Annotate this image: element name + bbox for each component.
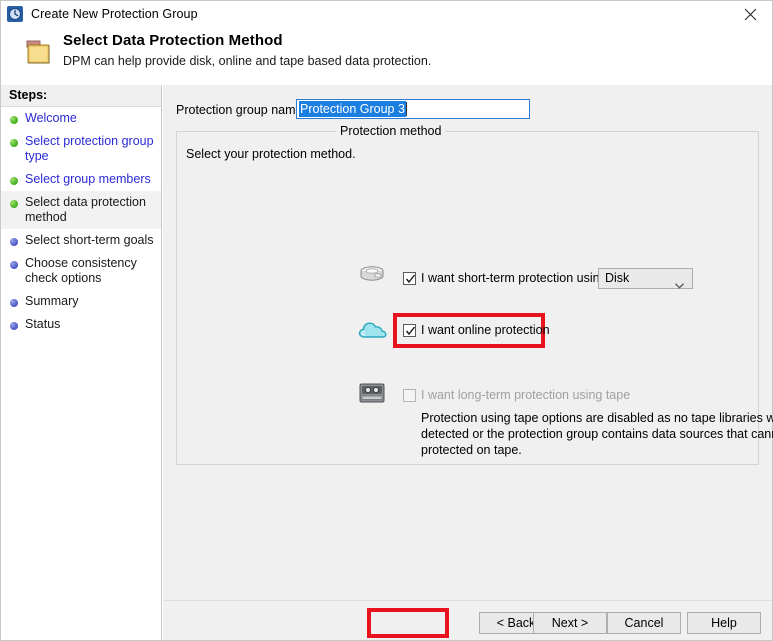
steps-header: Steps: xyxy=(1,85,161,107)
long-term-tape-note: Protection using tape options are disabl… xyxy=(421,411,773,457)
sidebar-item-label: Welcome xyxy=(25,111,77,125)
long-term-tape-checkbox xyxy=(403,389,416,402)
page-subtitle: DPM can help provide disk, online and ta… xyxy=(63,54,432,68)
online-protection-label: I want online protection xyxy=(421,323,550,337)
protection-group-name-input[interactable]: Protection Group 3 xyxy=(296,99,530,119)
sidebar-item-label: Select short-term goals xyxy=(25,233,154,247)
next-button[interactable]: Next > xyxy=(533,612,607,634)
sidebar-item-select-protection-group-type[interactable]: Select protection group type xyxy=(1,130,161,168)
step-bullet-icon xyxy=(10,238,18,246)
protection-group-name-value: Protection Group 3 xyxy=(299,101,406,117)
sidebar-item-select-data-protection-method[interactable]: Select data protection method xyxy=(1,191,161,229)
button-bar: < Back Next > Cancel Help xyxy=(163,600,772,640)
step-bullet-icon xyxy=(10,116,18,124)
window-title: Create New Protection Group xyxy=(31,7,198,21)
step-bullet-icon xyxy=(10,200,18,208)
tape-cartridge-icon xyxy=(359,382,385,404)
short-term-protection-checkbox[interactable] xyxy=(403,272,416,285)
sidebar-item-status: Status xyxy=(1,313,161,336)
disk-drive-icon xyxy=(357,263,387,287)
long-term-tape-label: I want long-term protection using tape xyxy=(421,388,631,402)
page-title: Select Data Protection Method xyxy=(63,32,283,49)
title-bar: Create New Protection Group xyxy=(1,1,772,27)
wizard-window: Create New Protection Group Select Data … xyxy=(0,0,773,641)
protection-method-legend: Protection method xyxy=(336,124,446,138)
folder-icon xyxy=(25,36,61,70)
sidebar-item-label: Select protection group type xyxy=(25,134,154,163)
cloud-icon xyxy=(357,318,389,342)
sidebar-item-label: Select group members xyxy=(25,172,151,186)
main-content: Protection group name: Protection Group … xyxy=(163,85,773,600)
chevron-down-icon xyxy=(675,276,684,294)
sidebar-item-welcome[interactable]: Welcome xyxy=(1,107,161,130)
sidebar-item-label: Select data protection method xyxy=(25,195,146,224)
help-button[interactable]: Help xyxy=(687,612,761,634)
short-term-media-dropdown[interactable]: Disk xyxy=(598,268,693,289)
next-button-highlight xyxy=(367,608,449,638)
steps-list: Welcome Select protection group type Sel… xyxy=(1,107,161,336)
sidebar-item-label: Status xyxy=(25,317,61,331)
clock-icon xyxy=(7,6,23,22)
step-bullet-icon xyxy=(10,139,18,147)
wizard-header: Select Data Protection Method DPM can he… xyxy=(1,27,772,111)
step-bullet-icon xyxy=(10,177,18,185)
text-caret xyxy=(405,102,407,116)
step-bullet-icon xyxy=(10,322,18,330)
sidebar-item-select-short-term-goals: Select short-term goals xyxy=(1,229,161,252)
cancel-button[interactable]: Cancel xyxy=(607,612,681,634)
step-bullet-icon xyxy=(10,299,18,307)
sidebar-item-summary: Summary xyxy=(1,290,161,313)
protection-method-instruction: Select your protection method. xyxy=(186,147,356,161)
sidebar-item-choose-consistency-check-options: Choose consistency check options xyxy=(1,252,161,290)
sidebar-item-label: Summary xyxy=(25,294,79,308)
short-term-media-value: Disk xyxy=(605,271,630,285)
step-bullet-icon xyxy=(10,261,18,269)
steps-sidebar: Steps: Welcome Select protection group t… xyxy=(1,85,162,640)
sidebar-item-select-group-members[interactable]: Select group members xyxy=(1,168,161,191)
sidebar-item-label: Choose consistency check options xyxy=(25,256,137,285)
protection-group-name-label: Protection group name: xyxy=(176,103,306,117)
close-icon[interactable] xyxy=(728,1,772,27)
online-protection-checkbox[interactable] xyxy=(403,324,416,337)
short-term-protection-label: I want short-term protection using: xyxy=(421,271,610,285)
steps-header-label: Steps: xyxy=(9,88,48,102)
